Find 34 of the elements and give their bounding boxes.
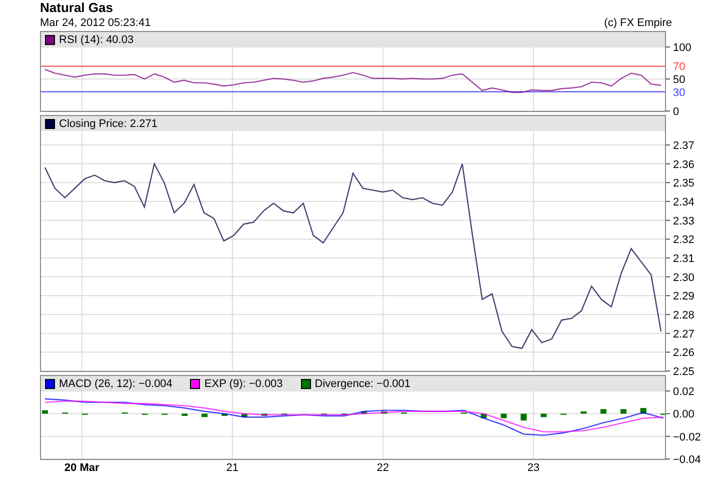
axis-tick-label: −0.04 xyxy=(673,454,701,466)
axis-tick-label: 2.31 xyxy=(673,252,694,265)
axis-tick-label: 50 xyxy=(673,74,686,86)
axis-tick-label: 21 xyxy=(226,462,239,474)
axis-tick-label: 70 xyxy=(673,61,686,74)
axis-tick-label: −0.02 xyxy=(673,431,701,444)
legend-label: Closing Price: 2.271 xyxy=(59,118,158,130)
axis-tick-label: 2.36 xyxy=(673,158,694,171)
timestamp: Mar 24, 2012 05:23:41 xyxy=(40,16,151,30)
axis-tick-label: 2.32 xyxy=(673,234,694,246)
axis-tick-label: 2.34 xyxy=(673,196,694,208)
copyright: (c) FX Empire xyxy=(604,16,672,30)
legend-label: Divergence: −0.001 xyxy=(314,378,410,390)
axis-tick-label: 23 xyxy=(527,462,540,474)
axis-tick-label: 30 xyxy=(673,86,686,99)
axis-tick-label: 2.28 xyxy=(673,309,694,322)
axis-tick-label: 2.29 xyxy=(673,290,694,303)
axis-tick-label: 0.02 xyxy=(673,386,694,398)
axis-tick-label: 2.35 xyxy=(673,178,694,190)
axis-tick-label: 2.37 xyxy=(673,140,694,152)
axis-tick-label: 0 xyxy=(673,106,680,118)
axis-tick-label: 0.00 xyxy=(673,408,694,421)
chart-title: Natural Gas xyxy=(40,0,114,16)
axis-tick-label: 2.25 xyxy=(673,366,694,378)
legend-label: MACD (26, 12): −0.004 xyxy=(59,378,172,390)
axis-tick-label: 2.30 xyxy=(673,272,694,284)
axis-tick-label: 20 Mar xyxy=(64,462,100,474)
legend-label: EXP (9): −0.003 xyxy=(204,378,283,390)
axis-tick-label: 2.27 xyxy=(673,328,694,340)
axis-tick-label: 2.33 xyxy=(673,215,694,228)
axis-tick-label: 2.26 xyxy=(673,347,694,360)
legend-label: RSI (14): 40.03 xyxy=(59,34,134,46)
axis-tick-label: 22 xyxy=(376,462,390,474)
axis-tick-label: 100 xyxy=(673,42,692,54)
